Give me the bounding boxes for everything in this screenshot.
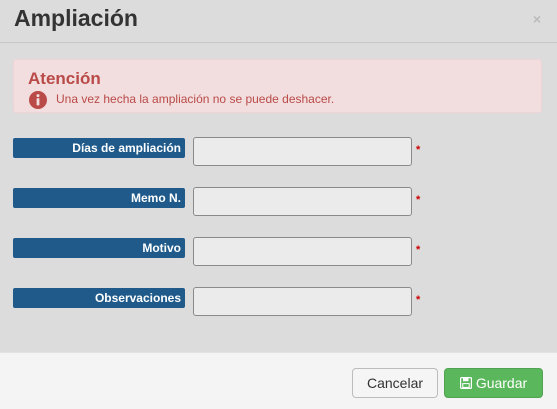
required-marker: * xyxy=(416,194,421,206)
motivo-input[interactable] xyxy=(193,237,412,266)
dialog-footer: Cancelar Guardar xyxy=(0,352,557,409)
field-label-memo: Memo N. xyxy=(13,188,185,208)
warning-alert: Atención Una vez hecha la ampliación no … xyxy=(13,59,542,113)
close-icon[interactable]: × xyxy=(533,11,541,27)
dialog-title: Ampliación xyxy=(14,5,138,31)
field-label-motivo: Motivo xyxy=(13,238,185,258)
field-label-dias: Días de ampliación xyxy=(13,138,185,158)
alert-message: Una vez hecha la ampliación no se puede … xyxy=(56,92,335,106)
required-marker: * xyxy=(416,244,421,256)
required-marker: * xyxy=(416,294,421,306)
ampliacion-dialog: Ampliación × Atención Una vez hecha la a… xyxy=(0,0,557,409)
memo-input[interactable] xyxy=(193,187,412,216)
field-row-memo: Memo N. * xyxy=(13,187,543,217)
dias-ampliacion-input[interactable] xyxy=(193,137,412,166)
dialog-header: Ampliación × xyxy=(0,0,557,43)
cancel-button[interactable]: Cancelar xyxy=(352,368,438,398)
floppy-disk-icon xyxy=(459,377,472,389)
alert-title: Atención xyxy=(28,69,101,88)
dialog-body: Atención Una vez hecha la ampliación no … xyxy=(0,43,557,352)
field-row-motivo: Motivo * xyxy=(13,237,543,267)
field-row-observaciones: Observaciones * xyxy=(13,287,543,317)
info-circle-icon xyxy=(29,91,47,109)
field-row-dias: Días de ampliación * xyxy=(13,137,543,167)
required-marker: * xyxy=(416,144,421,156)
observaciones-input[interactable] xyxy=(193,287,412,316)
save-button[interactable]: Guardar xyxy=(444,368,543,398)
save-button-label: Guardar xyxy=(475,375,528,391)
field-label-observaciones: Observaciones xyxy=(13,288,185,308)
